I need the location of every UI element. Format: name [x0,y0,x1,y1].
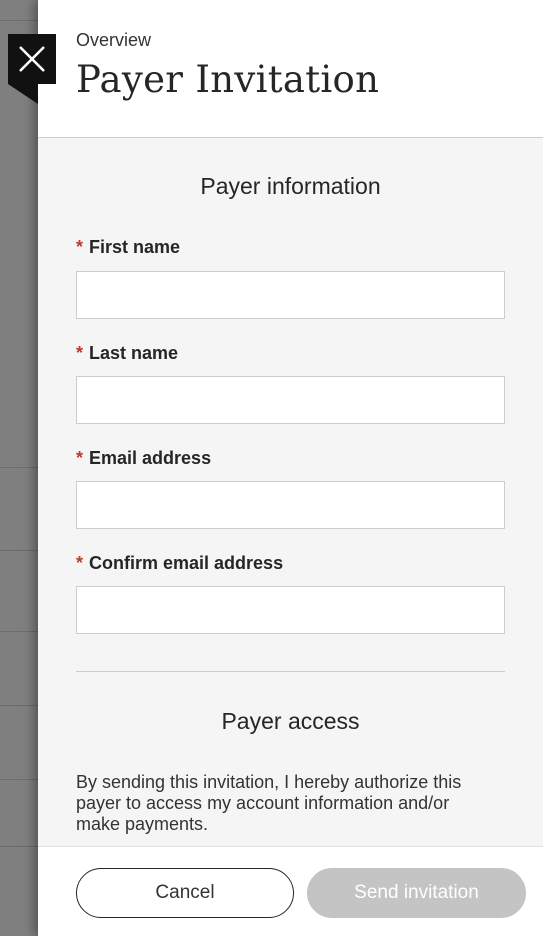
first-name-field[interactable] [76,271,505,319]
send-invitation-button[interactable]: Send invitation [307,868,526,918]
email-address-label-text: Email address [89,448,212,468]
email-address-field[interactable] [76,481,505,529]
last-name-field[interactable] [76,376,505,424]
required-marker: * [76,448,84,468]
payer-information-title: Payer information [200,173,381,199]
background-divider [0,550,38,551]
payer-access-title: Payer access [221,708,360,734]
first-name-label: * First name [76,237,180,258]
required-marker: * [76,237,84,257]
background-divider [0,779,38,780]
last-name-label-text: Last name [89,343,179,363]
authorization-text: By sending this invitation, I hereby aut… [76,772,462,834]
required-marker: * [76,343,84,363]
background-divider [0,631,38,632]
required-marker: * [76,553,84,573]
close-icon [8,34,56,104]
background-divider [0,705,38,706]
background-divider [0,20,38,21]
background-divider [0,467,38,468]
last-name-label: * Last name [76,343,178,364]
panel-footer: Cancel Send invitation [38,846,543,936]
panel-header: Overview Payer Invitation [38,0,543,138]
email-address-label: * Email address [76,448,211,469]
first-name-label-text: First name [89,237,181,257]
confirm-email-field[interactable] [76,586,505,634]
close-button[interactable] [8,34,56,104]
confirm-email-label-text: Confirm email address [89,553,284,573]
confirm-email-label: * Confirm email address [76,553,283,574]
dimmed-background-page [0,0,38,936]
payer-invitation-panel: Overview Payer Invitation Payer informat… [8,0,543,936]
cancel-button[interactable]: Cancel [76,868,294,918]
background-divider [0,846,38,847]
section-divider [76,671,505,672]
page-title: Payer Invitation [76,58,380,101]
breadcrumb[interactable]: Overview [76,30,151,51]
